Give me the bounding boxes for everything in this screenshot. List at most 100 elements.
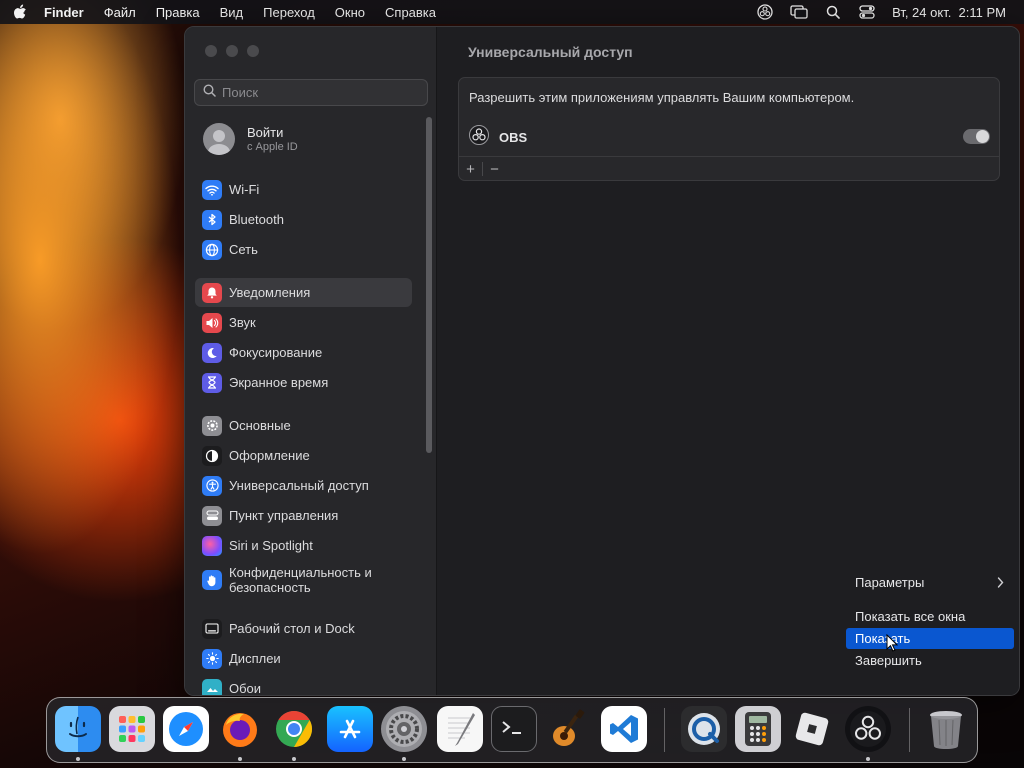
control-center-icon — [202, 505, 222, 526]
sidebar-item-label: Обои — [229, 681, 262, 696]
menu-view[interactable]: Вид — [220, 5, 244, 20]
roblox-icon[interactable] — [789, 706, 835, 752]
sidebar-item-label: Конфиденциальность и безопасность — [229, 565, 372, 595]
menu-app-name[interactable]: Finder — [44, 5, 84, 20]
sidebar-scrollbar[interactable] — [426, 117, 432, 453]
sidebar-item-label: Siri и Spotlight — [229, 538, 313, 553]
menu-item-label: Показать все окна — [855, 609, 966, 624]
obs-running-indicator — [866, 757, 870, 761]
menu-item-options[interactable]: Параметры — [846, 572, 1014, 593]
sidebar-item-label: Bluetooth — [229, 212, 284, 227]
apple-id-signin[interactable]: Войти с Apple ID — [203, 123, 298, 155]
sidebar: Войти с Apple ID Wi-Fi Bluetooth — [185, 27, 437, 695]
allowed-apps-panel: Разрешить этим приложениям управлять Ваш… — [458, 77, 1000, 181]
window-controls — [205, 45, 259, 57]
menu-item-show[interactable]: Показать — [846, 628, 1014, 649]
sidebar-item-focus[interactable]: Фокусирование — [195, 338, 412, 367]
menu-bar: Finder Файл Правка Вид Переход Окно Спра… — [0, 0, 1024, 24]
chrome-icon[interactable] — [271, 706, 317, 752]
wifi-icon — [202, 179, 222, 200]
calculator-icon[interactable] — [735, 706, 781, 752]
sidebar-item-network[interactable]: Сеть — [195, 235, 412, 264]
wallpaper-icon — [202, 678, 222, 695]
sidebar-item-control-center[interactable]: Пункт управления — [195, 501, 412, 530]
remove-app-button[interactable]: − — [483, 161, 506, 178]
sidebar-item-general[interactable]: Основные — [195, 411, 412, 440]
menu-item-quit[interactable]: Завершить — [846, 650, 1014, 671]
sidebar-item-label: Универсальный доступ — [229, 478, 369, 493]
app-name: OBS — [499, 130, 528, 145]
sidebar-item-appearance[interactable]: Оформление — [195, 441, 412, 470]
quicktime-icon[interactable] — [681, 706, 727, 752]
sidebar-item-bluetooth[interactable]: Bluetooth — [195, 205, 412, 234]
menu-go[interactable]: Переход — [263, 5, 315, 20]
sidebar-item-label: Рабочий стол и Dock — [229, 621, 355, 636]
menu-clock[interactable]: Вт, 24 окт. 2:11 PM — [892, 5, 1006, 20]
sidebar-item-label: Дисплеи — [229, 651, 281, 666]
search-input[interactable] — [222, 85, 412, 100]
sidebar-item-wifi[interactable]: Wi-Fi — [195, 175, 412, 204]
apple-menu-icon[interactable] — [12, 4, 28, 20]
search-icon — [203, 83, 216, 102]
speaker-icon — [202, 312, 222, 333]
search-field[interactable] — [194, 79, 428, 106]
sidebar-item-wallpaper[interactable]: Обои — [195, 674, 412, 696]
menu-help[interactable]: Справка — [385, 5, 436, 20]
sidebar-item-label: Wi-Fi — [229, 182, 260, 197]
menu-window[interactable]: Окно — [335, 5, 365, 20]
obs-icon[interactable] — [845, 706, 891, 752]
hand-icon — [202, 570, 222, 590]
textedit-icon[interactable] — [437, 706, 483, 752]
menu-item-label: Показать — [855, 631, 911, 646]
screen-mirroring-icon[interactable] — [790, 4, 808, 20]
list-item[interactable]: OBS — [469, 125, 527, 150]
gear-icon — [202, 415, 222, 436]
sun-icon — [202, 648, 222, 669]
page-title: Универсальный доступ — [468, 44, 633, 60]
finder-icon[interactable] — [55, 706, 101, 752]
firefox-running-indicator — [238, 757, 242, 761]
add-app-button[interactable]: + — [459, 161, 482, 178]
zoom-button[interactable] — [247, 45, 259, 57]
terminal-icon[interactable] — [491, 706, 537, 752]
finder-running-indicator — [76, 757, 80, 761]
sidebar-item-label: Звук — [229, 315, 256, 330]
firefox-icon[interactable] — [217, 706, 263, 752]
garageband-icon[interactable] — [545, 706, 591, 752]
spotlight-search-icon[interactable] — [824, 4, 842, 20]
sidebar-item-label: Экранное время — [229, 375, 329, 390]
trash-icon[interactable] — [923, 706, 969, 752]
avatar — [203, 123, 235, 155]
system-settings-icon[interactable] — [381, 706, 427, 752]
safari-icon[interactable] — [163, 706, 209, 752]
appearance-icon — [202, 445, 222, 466]
menu-file[interactable]: Файл — [104, 5, 136, 20]
obs-status-icon[interactable] — [756, 4, 774, 20]
toggle-knob — [976, 130, 989, 143]
dock-separator — [664, 708, 665, 752]
minimize-button[interactable] — [226, 45, 238, 57]
obs-permission-toggle[interactable] — [963, 129, 990, 144]
chevron-right-icon — [997, 576, 1004, 591]
launchpad-icon[interactable] — [109, 706, 155, 752]
sidebar-item-siri[interactable]: Siri и Spotlight — [195, 531, 412, 560]
menu-item-label: Параметры — [855, 575, 925, 590]
menu-item-show-all-windows[interactable]: Показать все окна — [846, 606, 1014, 627]
sidebar-item-label: Пункт управления — [229, 508, 339, 523]
control-center-icon[interactable] — [858, 4, 876, 20]
panel-description: Разрешить этим приложениям управлять Ваш… — [469, 90, 855, 105]
sidebar-item-privacy[interactable]: Конфиденциальность и безопасность — [195, 560, 412, 600]
sidebar-item-screen-time[interactable]: Экранное время — [195, 368, 412, 397]
sidebar-item-desktop-dock[interactable]: Рабочий стол и Dock — [195, 614, 412, 643]
sidebar-item-notifications[interactable]: Уведомления — [195, 278, 412, 307]
sidebar-item-sound[interactable]: Звук — [195, 308, 412, 337]
close-button[interactable] — [205, 45, 217, 57]
obs-icon — [469, 125, 489, 150]
vscode-icon[interactable] — [601, 706, 647, 752]
sidebar-item-accessibility[interactable]: Универсальный доступ — [195, 471, 412, 500]
menu-edit[interactable]: Правка — [156, 5, 200, 20]
sidebar-item-displays[interactable]: Дисплеи — [195, 644, 412, 673]
signin-title: Войти — [247, 125, 284, 140]
system-settings-running-indicator — [402, 757, 406, 761]
app-store-icon[interactable] — [327, 706, 373, 752]
